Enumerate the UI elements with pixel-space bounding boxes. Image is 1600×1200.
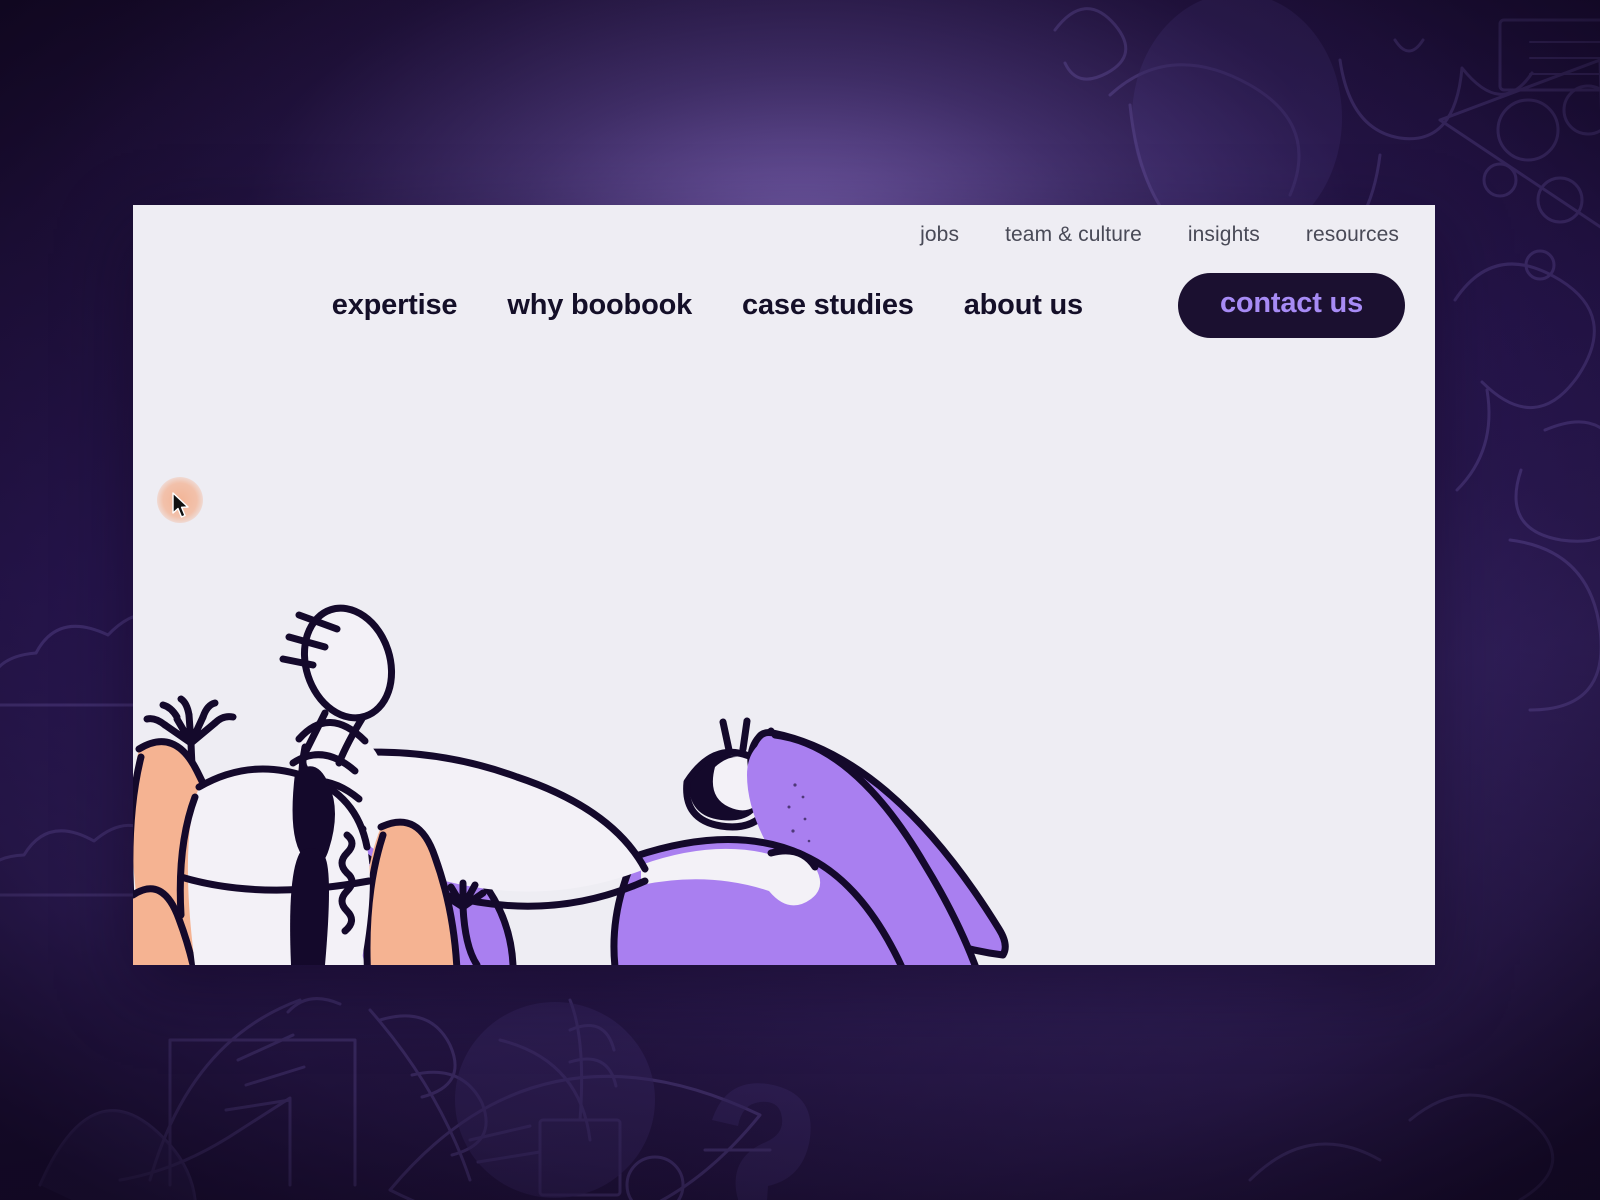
- eye-doodle: [388, 1002, 762, 1200]
- nav-about-us[interactable]: about us: [964, 289, 1083, 322]
- primary-navigation: expertise why boobook case studies about…: [133, 273, 1405, 338]
- leaf-plant-doodle-top: [1453, 262, 1596, 492]
- nav-team-culture[interactable]: team & culture: [1005, 223, 1142, 247]
- secondary-navigation: jobs team & culture insights resources: [920, 223, 1399, 247]
- spiral-doodle-right: [1508, 420, 1600, 712]
- nav-insights[interactable]: insights: [1188, 223, 1260, 247]
- browser-window: jobs team & culture insights resources e…: [133, 205, 1435, 965]
- potted-plant-doodle: [38, 997, 342, 1200]
- circle-cluster-doodle: [1482, 162, 1556, 281]
- nav-expertise[interactable]: expertise: [332, 289, 458, 322]
- nav-resources[interactable]: resources: [1306, 223, 1399, 247]
- magnifying-glass: [299, 604, 396, 777]
- nav-why-boobook[interactable]: why boobook: [507, 289, 692, 322]
- nav-case-studies[interactable]: case studies: [742, 289, 914, 322]
- spiral-doodle-bottom-right: [1248, 1093, 1555, 1200]
- nav-jobs[interactable]: jobs: [920, 223, 959, 247]
- question-mark-doodle: [712, 1083, 811, 1200]
- hero-illustration: [133, 535, 1435, 965]
- contact-us-button[interactable]: contact us: [1177, 273, 1405, 338]
- desktop-background: jobs team & culture insights resources e…: [0, 0, 1600, 1200]
